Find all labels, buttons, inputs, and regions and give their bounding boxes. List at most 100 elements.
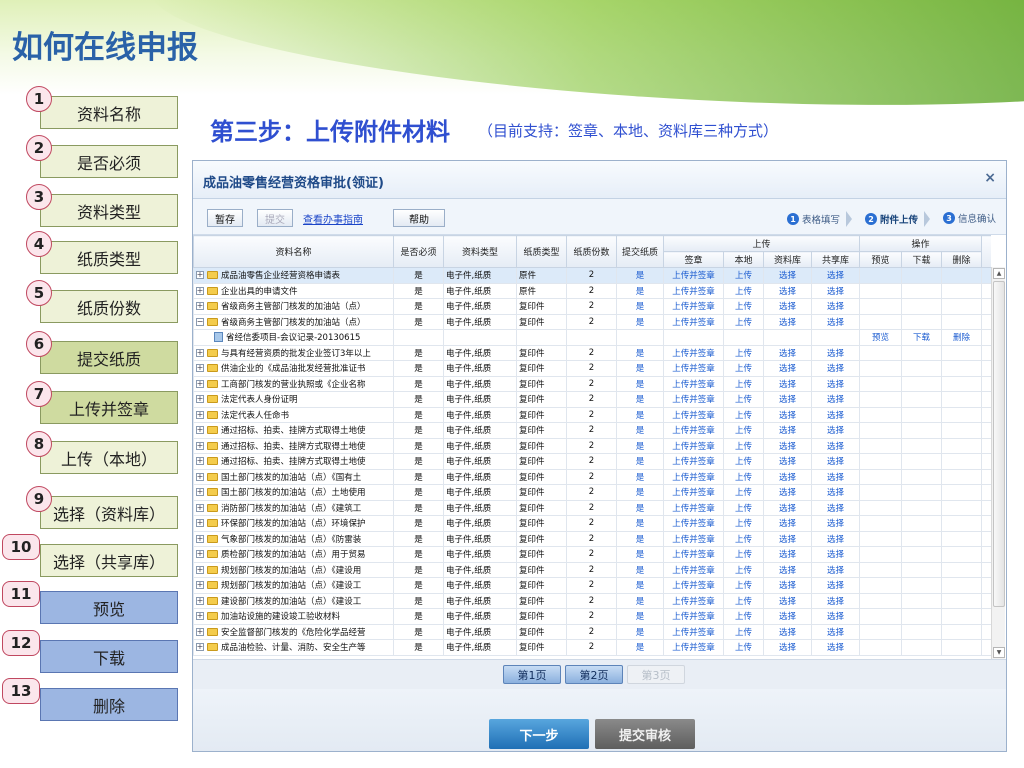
page-3-button[interactable]: 第3页: [627, 665, 685, 684]
upload-sign-link[interactable]: 上传并签章: [663, 608, 724, 625]
select-library-link[interactable]: 选择: [763, 313, 812, 330]
select-shared-link[interactable]: 选择: [810, 468, 861, 485]
upload-local-link[interactable]: 上传: [723, 623, 764, 640]
select-shared-link[interactable]: 选择: [810, 453, 861, 470]
select-library-link[interactable]: 选择: [763, 406, 812, 423]
expand-icon[interactable]: +: [196, 519, 204, 528]
upload-sign-link[interactable]: 上传并签章: [663, 592, 724, 609]
upload-sign-link[interactable]: 上传并签章: [663, 344, 724, 361]
scroll-up-icon[interactable]: ▲: [993, 268, 1005, 279]
upload-local-link[interactable]: 上传: [723, 313, 764, 330]
expand-icon[interactable]: +: [196, 457, 204, 466]
select-library-link[interactable]: 选择: [763, 561, 812, 578]
delete-link[interactable]: 删除: [941, 329, 983, 346]
page-2-button[interactable]: 第2页: [565, 665, 623, 684]
expand-icon[interactable]: +: [196, 426, 204, 435]
upload-local-link[interactable]: 上传: [723, 453, 764, 470]
expand-icon[interactable]: +: [196, 534, 204, 543]
expand-icon[interactable]: +: [196, 379, 204, 388]
download-link[interactable]: 下载: [901, 329, 943, 346]
select-library-link[interactable]: 选择: [763, 453, 812, 470]
upload-sign-link[interactable]: 上传并签章: [663, 546, 724, 563]
upload-sign-link[interactable]: 上传并签章: [663, 515, 724, 532]
upload-local-link[interactable]: 上传: [723, 344, 764, 361]
upload-sign-link[interactable]: 上传并签章: [663, 313, 724, 330]
expand-icon[interactable]: +: [196, 627, 204, 636]
upload-sign-link[interactable]: 上传并签章: [663, 577, 724, 594]
select-shared-link[interactable]: 选择: [810, 375, 861, 392]
select-library-link[interactable]: 选择: [763, 515, 812, 532]
upload-local-link[interactable]: 上传: [723, 577, 764, 594]
select-library-link[interactable]: 选择: [763, 577, 812, 594]
submit-review-button[interactable]: 提交审核: [595, 719, 695, 749]
preview-link[interactable]: 预览: [859, 329, 903, 346]
select-shared-link[interactable]: 选择: [810, 639, 861, 656]
select-library-link[interactable]: 选择: [763, 484, 812, 501]
upload-local-link[interactable]: 上传: [723, 484, 764, 501]
close-icon[interactable]: ×: [984, 170, 996, 186]
expand-icon[interactable]: +: [196, 596, 204, 605]
select-shared-link[interactable]: 选择: [810, 344, 861, 361]
upload-local-link[interactable]: 上传: [723, 639, 764, 656]
select-shared-link[interactable]: 选择: [810, 391, 861, 408]
page-1-button[interactable]: 第1页: [503, 665, 561, 684]
select-library-link[interactable]: 选择: [763, 623, 812, 640]
expand-icon[interactable]: +: [196, 550, 204, 559]
select-shared-link[interactable]: 选择: [810, 515, 861, 532]
wizard-step-3[interactable]: 3 信息确认: [943, 211, 996, 225]
select-shared-link[interactable]: 选择: [810, 561, 861, 578]
upload-local-link[interactable]: 上传: [723, 546, 764, 563]
expand-icon[interactable]: +: [196, 612, 204, 621]
submit-button[interactable]: 提交: [257, 209, 293, 227]
upload-local-link[interactable]: 上传: [723, 608, 764, 625]
upload-sign-link[interactable]: 上传并签章: [663, 406, 724, 423]
upload-local-link[interactable]: 上传: [723, 391, 764, 408]
upload-local-link[interactable]: 上传: [723, 530, 764, 547]
select-shared-link[interactable]: 选择: [810, 406, 861, 423]
expand-icon[interactable]: +: [196, 488, 204, 497]
upload-sign-link[interactable]: 上传并签章: [663, 530, 724, 547]
select-library-link[interactable]: 选择: [763, 639, 812, 656]
select-library-link[interactable]: 选择: [763, 282, 812, 299]
upload-sign-link[interactable]: 上传并签章: [663, 561, 724, 578]
upload-local-link[interactable]: 上传: [723, 375, 764, 392]
upload-sign-link[interactable]: 上传并签章: [663, 375, 724, 392]
upload-sign-link[interactable]: 上传并签章: [663, 639, 724, 656]
upload-sign-link[interactable]: 上传并签章: [663, 267, 724, 284]
select-shared-link[interactable]: 选择: [810, 267, 861, 284]
select-library-link[interactable]: 选择: [763, 592, 812, 609]
save-draft-button[interactable]: 暂存: [207, 209, 243, 227]
next-step-button[interactable]: 下一步: [489, 719, 589, 749]
upload-local-link[interactable]: 上传: [723, 282, 764, 299]
select-library-link[interactable]: 选择: [763, 530, 812, 547]
expand-icon[interactable]: +: [196, 503, 204, 512]
expand-icon[interactable]: +: [196, 364, 204, 373]
select-shared-link[interactable]: 选择: [810, 577, 861, 594]
upload-sign-link[interactable]: 上传并签章: [663, 499, 724, 516]
upload-sign-link[interactable]: 上传并签章: [663, 484, 724, 501]
select-library-link[interactable]: 选择: [763, 360, 812, 377]
upload-sign-link[interactable]: 上传并签章: [663, 437, 724, 454]
expand-icon[interactable]: +: [196, 643, 204, 652]
select-library-link[interactable]: 选择: [763, 344, 812, 361]
select-shared-link[interactable]: 选择: [810, 499, 861, 516]
select-shared-link[interactable]: 选择: [810, 298, 861, 315]
wizard-step-1[interactable]: 1 表格填写: [787, 211, 853, 227]
upload-local-link[interactable]: 上传: [723, 515, 764, 532]
wizard-step-2[interactable]: 2 附件上传: [865, 211, 931, 227]
expand-icon[interactable]: +: [196, 581, 204, 590]
upload-sign-link[interactable]: 上传并签章: [663, 422, 724, 439]
select-library-link[interactable]: 选择: [763, 437, 812, 454]
upload-sign-link[interactable]: 上传并签章: [663, 282, 724, 299]
scroll-down-icon[interactable]: ▼: [993, 647, 1005, 658]
select-shared-link[interactable]: 选择: [810, 592, 861, 609]
select-shared-link[interactable]: 选择: [810, 282, 861, 299]
select-library-link[interactable]: 选择: [763, 391, 812, 408]
expand-icon[interactable]: +: [196, 395, 204, 404]
upload-local-link[interactable]: 上传: [723, 267, 764, 284]
upload-sign-link[interactable]: 上传并签章: [663, 391, 724, 408]
upload-local-link[interactable]: 上传: [723, 499, 764, 516]
select-shared-link[interactable]: 选择: [810, 360, 861, 377]
upload-sign-link[interactable]: 上传并签章: [663, 623, 724, 640]
upload-sign-link[interactable]: 上传并签章: [663, 468, 724, 485]
